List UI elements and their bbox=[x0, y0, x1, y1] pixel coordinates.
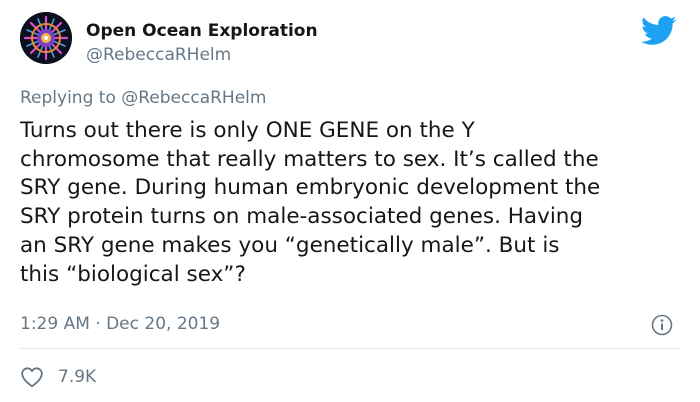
info-icon[interactable] bbox=[651, 314, 673, 336]
reply-prefix: Replying to bbox=[20, 88, 116, 108]
tweet-text-line: SRY gene. During human embryonic develop… bbox=[20, 175, 601, 201]
twitter-bird-icon[interactable] bbox=[641, 16, 677, 46]
like-button[interactable]: 7.9K bbox=[20, 364, 96, 390]
display-name[interactable]: Open Ocean Exploration bbox=[86, 21, 318, 41]
tweet-timestamp[interactable]: 1:29 AM · Dec 20, 2019 bbox=[20, 314, 220, 334]
heart-icon[interactable] bbox=[20, 366, 44, 388]
tweet-text-line: SRY protein turns on male-associated gen… bbox=[20, 204, 584, 230]
tweet-text: Turns out there is only ONE GENE on the … bbox=[20, 117, 690, 289]
reply-context: Replying to @RebeccaRHelm bbox=[20, 88, 266, 108]
tweet-text-line: Turns out there is only ONE GENE on the … bbox=[20, 118, 475, 143]
reply-mention-link[interactable]: @RebeccaRHelm bbox=[121, 88, 266, 108]
avatar[interactable] bbox=[20, 12, 72, 64]
tweet-text-line: chromosome that really matters to sex. I… bbox=[20, 146, 599, 172]
user-handle[interactable]: @RebeccaRHelm bbox=[86, 45, 231, 65]
tweet-card: Open Ocean Exploration @RebeccaRHelm Rep… bbox=[0, 0, 700, 402]
tweet-text-line: an SRY gene makes you “genetically male”… bbox=[20, 232, 560, 258]
jellyfish-avatar-icon bbox=[20, 12, 72, 64]
tweet-text-line: this “biological sex”? bbox=[20, 261, 246, 287]
like-count: 7.9K bbox=[58, 367, 97, 387]
divider bbox=[20, 348, 680, 349]
